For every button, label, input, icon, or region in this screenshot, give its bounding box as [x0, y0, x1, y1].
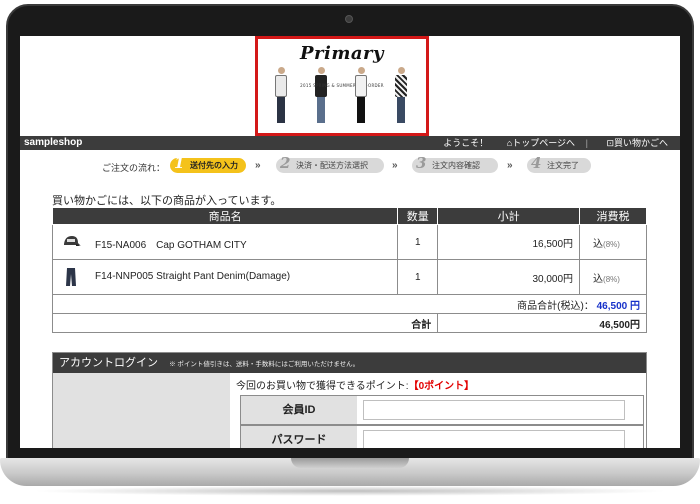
- step-shipping-input: 1 送付先の入力: [170, 154, 246, 173]
- points-info: 今回のお買い物で獲得できるポイント:【0ポイント】: [236, 377, 474, 392]
- banner-title: Primary: [299, 43, 384, 64]
- step-payment-delivery: 2 決済・配送方法選択: [276, 154, 384, 173]
- laptop-shadow: [30, 486, 670, 496]
- step-label: 送付先の入力: [190, 161, 238, 170]
- camera-icon: [345, 15, 353, 23]
- total-label: 合計: [51, 313, 439, 333]
- step-number: 1: [174, 154, 185, 172]
- goods-total-label: 商品合計(税込)：: [517, 300, 594, 312]
- step-number: 3: [416, 154, 427, 172]
- product-cell: F15-NA006 Cap GOTHAM CITY: [51, 224, 399, 260]
- pants-icon[interactable]: [61, 267, 81, 287]
- tax-cell: 込(8%): [579, 224, 647, 260]
- shop-name[interactable]: sampleshop: [24, 136, 82, 150]
- total-value: 46,500円: [437, 313, 647, 333]
- welcome-text: ようこそ！: [443, 138, 489, 148]
- product-name[interactable]: F14-NNP005 Straight Pant Denim(Damage): [95, 271, 290, 282]
- browser-screen: Primary 2015 SPRING & SUMMER PRE-ORDER s…: [20, 36, 680, 448]
- points-value: 【0ポイント】: [408, 381, 475, 392]
- order-progress: ご注文の流れ： 1 送付先の入力 » 2 決済・配送方法選択 » 3 注文内容確…: [20, 156, 680, 176]
- goods-total-row: 商品合計(税込)： 46,500 円: [52, 294, 647, 314]
- header-product-name: 商品名: [51, 207, 399, 225]
- subtotal-cell: 16,500円: [437, 224, 581, 260]
- model-figure: [314, 67, 328, 125]
- member-id-input[interactable]: [363, 400, 625, 420]
- goods-total-value: 46,500 円: [596, 300, 640, 312]
- tax-rate: (8%): [603, 274, 620, 284]
- step-number: 2: [280, 154, 291, 172]
- quantity-cell: 1: [397, 224, 439, 260]
- product-name[interactable]: F15-NA006 Cap GOTHAM CITY: [95, 236, 247, 251]
- model-figure: [394, 67, 408, 125]
- step-number: 4: [531, 154, 542, 172]
- member-id-label: 会員ID: [241, 396, 357, 424]
- shop-header-bar: sampleshop ようこそ！ ⌂トップページへ | ⊡買い物かごへ: [20, 136, 680, 150]
- top-page-link-label: トップページへ: [512, 138, 576, 148]
- goods-total-cell: 商品合計(税込)： 46,500 円: [52, 294, 647, 314]
- password-input[interactable]: [363, 430, 625, 448]
- table-header-row: 商品名 数量 小計 消費税: [51, 207, 647, 225]
- table-row: F14-NNP005 Straight Pant Denim(Damage) 1…: [51, 259, 647, 295]
- tax-cell: 込(8%): [579, 259, 647, 295]
- cart-intro: 買い物かごには、以下の商品が入っています。: [52, 195, 282, 207]
- steps-label: ご注文の流れ：: [102, 163, 166, 173]
- product-cell: F14-NNP005 Straight Pant Denim(Damage): [51, 259, 399, 295]
- top-page-link[interactable]: ⌂トップページへ: [499, 138, 575, 148]
- cap-icon[interactable]: [61, 232, 81, 252]
- login-header: アカウントログイン ※ ポイント値引きは、送料・手数料にはご利用いただけません。: [53, 353, 646, 373]
- nav-divider: |: [585, 138, 588, 148]
- password-row: パスワード: [240, 425, 644, 448]
- account-login-panel: アカウントログイン ※ ポイント値引きは、送料・手数料にはご利用いただけません。…: [52, 352, 647, 448]
- step-order-confirm: 3 注文内容確認: [412, 154, 498, 173]
- header-tax: 消費税: [579, 207, 647, 225]
- tax-rate: (8%): [603, 239, 620, 249]
- chevron-right-icon: »: [255, 160, 261, 171]
- model-figure: [354, 67, 368, 125]
- cart-icon: ⊡: [606, 138, 614, 148]
- cart-table: 商品名 数量 小計 消費税 F15-NA006 Cap GOTHAM CITY …: [51, 207, 647, 333]
- login-note: ※ ポイント値引きは、送料・手数料にはご利用いただけません。: [169, 361, 360, 368]
- login-title: アカウントログイン: [59, 357, 158, 369]
- quantity-cell: 1: [397, 259, 439, 295]
- step-label: 注文完了: [547, 161, 579, 170]
- points-text: 今回のお買い物で獲得できるポイント:: [236, 381, 409, 392]
- header-subtotal: 小計: [437, 207, 581, 225]
- subtotal-cell: 30,000円: [437, 259, 581, 295]
- tax-value: 込: [593, 273, 604, 285]
- promo-banner[interactable]: Primary 2015 SPRING & SUMMER PRE-ORDER: [255, 36, 429, 136]
- chevron-right-icon: »: [392, 160, 398, 171]
- step-order-complete: 4 注文完了: [527, 154, 591, 173]
- header-quantity: 数量: [397, 207, 439, 225]
- cart-link[interactable]: ⊡買い物かごへ: [598, 138, 668, 148]
- grand-total-row: 合計 46,500円: [51, 313, 647, 333]
- member-id-row: 会員ID: [240, 395, 644, 425]
- step-label: 決済・配送方法選択: [296, 161, 368, 170]
- table-row: F15-NA006 Cap GOTHAM CITY 1 16,500円 込(8%…: [51, 224, 647, 260]
- step-label: 注文内容確認: [432, 161, 480, 170]
- laptop-notch: [291, 458, 409, 468]
- password-label: パスワード: [241, 426, 357, 448]
- cart-link-label: 買い物かごへ: [613, 138, 668, 148]
- login-side-panel: [53, 373, 230, 448]
- chevron-right-icon: »: [507, 160, 513, 171]
- model-figure: [274, 67, 288, 125]
- shop-nav: ようこそ！ ⌂トップページへ | ⊡買い物かごへ: [435, 136, 668, 150]
- tax-value: 込: [593, 238, 604, 250]
